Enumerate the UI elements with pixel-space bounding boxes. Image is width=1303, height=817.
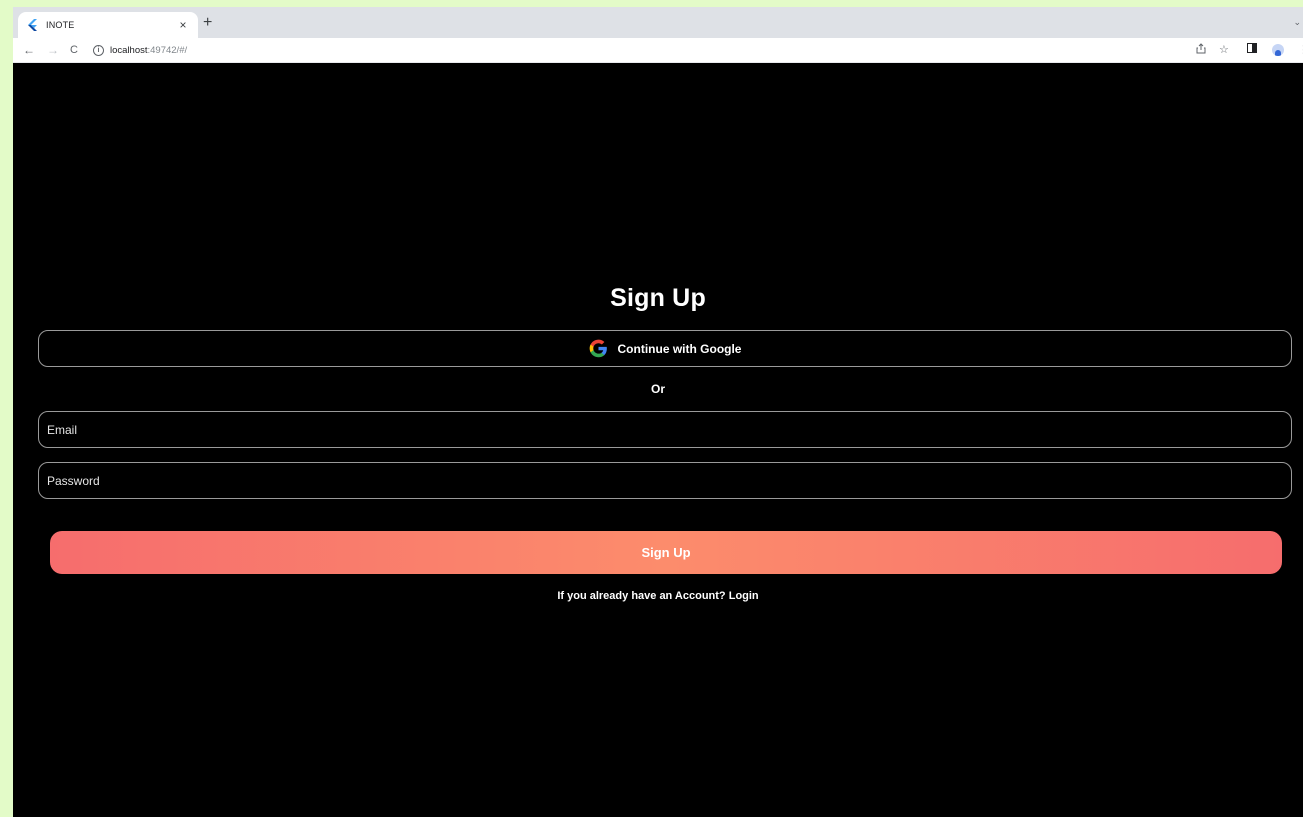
or-divider-text: Or <box>650 382 665 396</box>
address-bar[interactable]: i localhost :49742/#/ <box>93 41 1193 60</box>
reload-button[interactable]: C <box>70 42 78 58</box>
side-panel-icon[interactable] <box>1247 43 1257 57</box>
tab-close-icon[interactable]: × <box>176 18 190 32</box>
app-content: Sign Up Continue with Google Or Sign Up … <box>13 63 1303 817</box>
login-link[interactable]: Login <box>729 590 759 602</box>
google-icon <box>589 339 608 358</box>
url-path: :49742/#/ <box>147 45 188 56</box>
tab-search-icon[interactable]: ⌄ <box>1293 17 1301 28</box>
login-prompt-text: If you already have an Account? <box>557 590 726 602</box>
menu-icon[interactable]: ⋮ <box>1298 43 1303 57</box>
browser-window: INOTE × + ⌄ ← → C i localhost :49742/#/ … <box>13 7 1303 817</box>
browser-toolbar: ← → C i localhost :49742/#/ ☆ ⋮ <box>13 38 1303 63</box>
email-field[interactable] <box>38 411 1292 448</box>
back-button[interactable]: ← <box>23 42 35 58</box>
site-info-icon[interactable]: i <box>93 45 104 56</box>
password-field[interactable] <box>38 462 1292 499</box>
star-icon[interactable]: ☆ <box>1219 43 1229 57</box>
flutter-favicon-icon <box>26 18 40 32</box>
page-title: Sign Up <box>610 284 706 312</box>
continue-with-google-button[interactable]: Continue with Google <box>38 330 1292 367</box>
new-tab-button[interactable]: + <box>203 15 212 31</box>
tab-title: INOTE <box>46 20 75 30</box>
url-host: localhost <box>110 45 148 56</box>
google-button-label: Continue with Google <box>617 341 742 356</box>
share-icon[interactable] <box>1196 43 1206 58</box>
profile-icon[interactable] <box>1272 44 1284 56</box>
forward-button[interactable]: → <box>47 42 59 58</box>
tab-strip: INOTE × + ⌄ <box>13 7 1303 38</box>
sign-up-button[interactable]: Sign Up <box>50 531 1282 574</box>
browser-tab[interactable]: INOTE × <box>18 12 198 38</box>
login-prompt: If you already have an Account? Login <box>13 590 1303 602</box>
